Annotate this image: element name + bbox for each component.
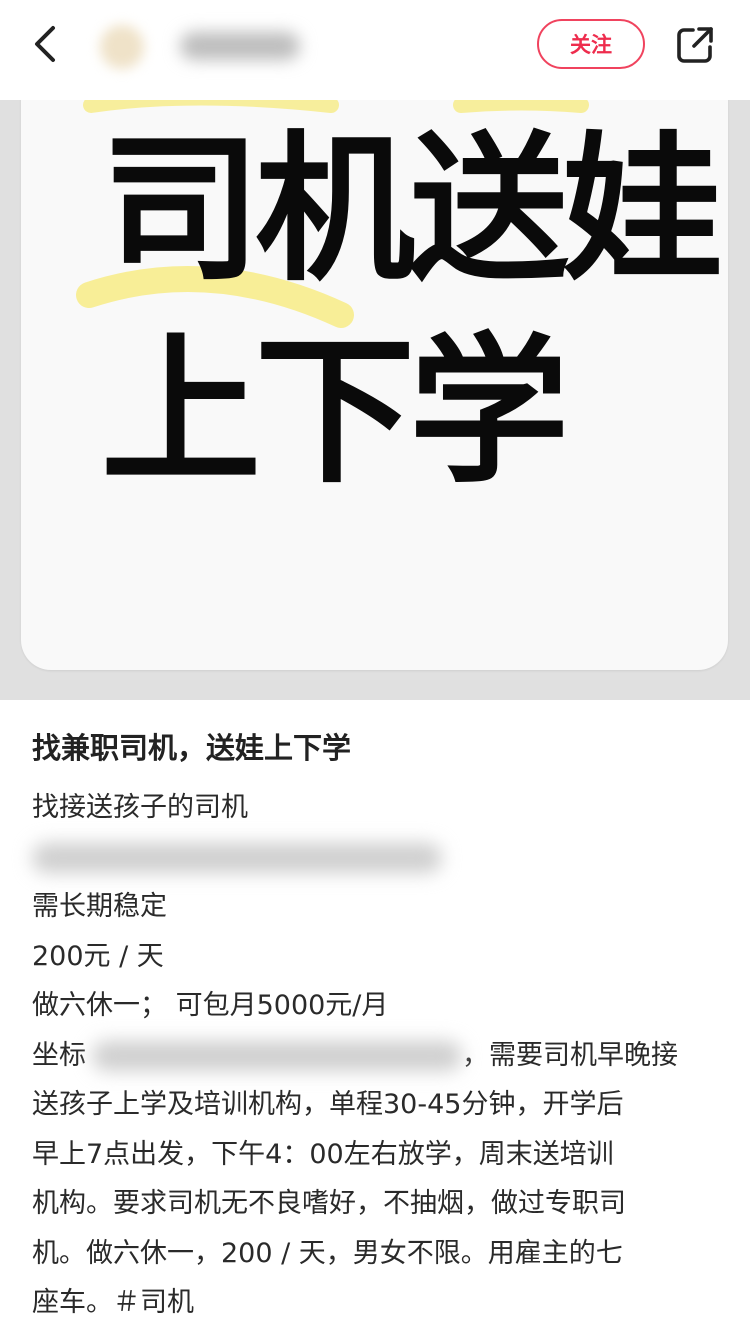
post-title: 找兼职司机，送娃上下学 [32,731,352,765]
top-bar: 关注 [0,0,750,100]
image-headline-line-2: 上下学 [101,318,569,505]
body-line-10: 机。做六休一，200 / 天，男女不限。用雇主的七 [32,1237,623,1269]
redacted-line [32,833,722,883]
location-prefix: 坐标 [32,1039,86,1071]
body-line-8: 早上7点出发，下午4：00左右放学，周末送培训 [32,1138,614,1170]
body-line-4: 200元 / 天 [32,940,164,972]
image-card: 司机送娃 上下学 [21,100,728,670]
location-line: 坐标 ，需要司机早晚接 [32,1031,722,1081]
share-icon [677,27,713,63]
body-line-11: 座车。＃司机 [32,1278,722,1328]
post-image[interactable]: 司机送娃 上下学 [0,100,750,700]
body-line-1: 找接送孩子的司机 [32,792,248,823]
share-button[interactable] [672,22,718,68]
image-headline-line-1: 司机送娃 [101,116,723,303]
body-line-3: 需长期稳定 [32,891,167,922]
chevron-left-icon [35,26,55,62]
post-content: 找兼职司机，送娃上下学 找接送孩子的司机 需长期稳定 200元 / 天 做六休一… [32,725,722,1328]
back-button[interactable] [22,20,70,68]
body-line-9: 机构。要求司机无不良嗜好，不抽烟，做过专职司 [32,1188,626,1219]
author-name-redacted[interactable] [180,32,300,60]
body-line-7: 送孩子上学及培训机构，单程30-45分钟，开学后 [32,1089,624,1120]
author-avatar[interactable] [100,25,144,69]
post-detail-page: 关注 司机送娃 上下学 找兼职司机，送娃上下学 找接送孩子的司机 需长期稳定 2… [0,0,750,1333]
body-line-5: 做六休一； 可包月5000元/月 [32,990,389,1021]
follow-button[interactable]: 关注 [537,19,645,69]
location-suffix: ，需要司机早晚接 [462,1039,678,1071]
last-line-text: 座车。 [32,1287,113,1318]
redacted-text [32,843,442,873]
redacted-location [92,1041,462,1071]
hashtag-link[interactable]: ＃司机 [113,1287,194,1318]
